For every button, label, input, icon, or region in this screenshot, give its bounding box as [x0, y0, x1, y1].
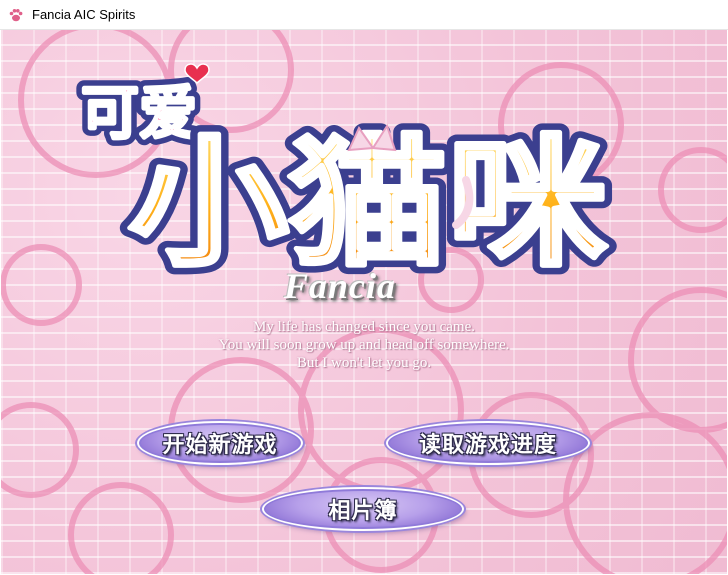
- game-logo: 可爱 可爱 小猫咪 小猫咪: [74, 63, 616, 290]
- poem-line: You will soon grow up and head off somew…: [218, 337, 510, 353]
- load-game-label: 读取游戏进度: [418, 433, 557, 458]
- poem-line: But I won't let you go.: [296, 355, 432, 371]
- app-window: Fancia AIC Spirits 可爱 可爱 小猫咪 小猫咪 Fancia …: [0, 0, 728, 575]
- brand-wordmark: Fancia: [284, 266, 397, 306]
- game-title-screen: 可爱 可爱 小猫咪 小猫咪 Fancia My life has changed…: [1, 30, 727, 574]
- title-bar[interactable]: Fancia AIC Spirits: [0, 0, 728, 30]
- poem-line: My life has changed since you came.: [252, 319, 475, 335]
- paw-icon: [9, 8, 23, 21]
- photo-album-button[interactable]: 相片簿: [262, 487, 464, 531]
- new-game-label: 开始新游戏: [162, 433, 278, 458]
- new-game-button[interactable]: 开始新游戏: [137, 421, 303, 465]
- photo-album-label: 相片簿: [328, 499, 398, 524]
- window-title: Fancia AIC Spirits: [32, 7, 136, 22]
- intro-poem: My life has changed since you came. You …: [1, 318, 727, 372]
- load-game-button[interactable]: 读取游戏进度: [386, 421, 590, 465]
